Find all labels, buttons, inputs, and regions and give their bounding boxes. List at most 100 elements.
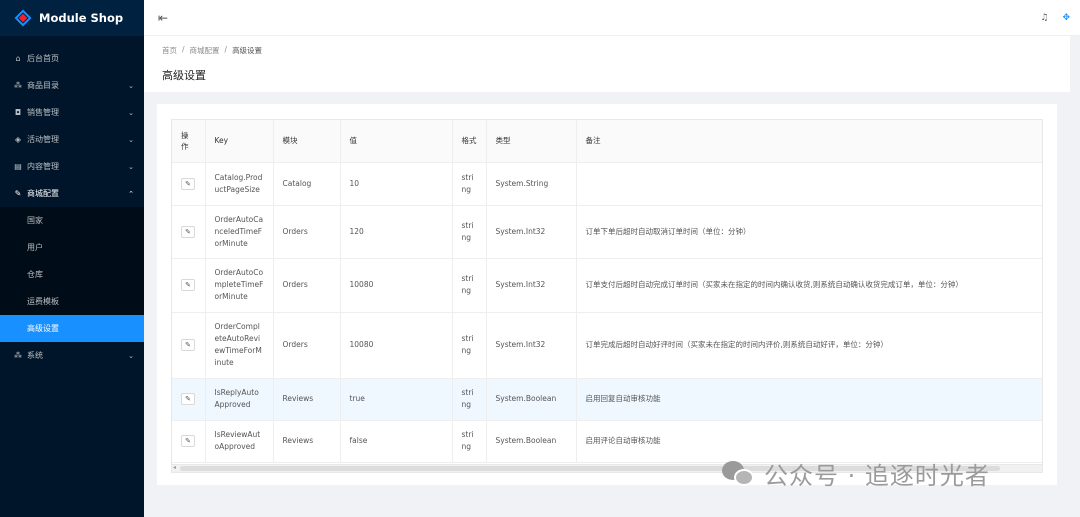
table-row: ✎ IsReplyAutoApproved Reviews true strin… (172, 378, 1042, 421)
table-row: ✎ Catalog.ProductPageSize Catalog 10 str… (172, 162, 1042, 206)
logo[interactable]: Module Shop (0, 0, 144, 36)
settings-table: 操作 Key 模块 值 格式 类型 备注 ✎ Catalog.ProductPa… (172, 120, 1042, 463)
value-cell: 10 (340, 162, 453, 206)
sidebar: Module Shop ⌂ 后台首页 ⁂ 商品目录 ⌄ ◘ 销售管理 ⌄ ◈ 活… (0, 0, 144, 517)
sidebar-item-shop-config[interactable]: ✎ 商城配置 ⌃ (0, 180, 144, 207)
page-header: 首页 / 商城配置 / 高级设置 高级设置 (144, 36, 1070, 92)
sidebar-item-advanced-settings[interactable]: 高级设置 (0, 315, 144, 342)
sidebar-menu: ⌂ 后台首页 ⁂ 商品目录 ⌄ ◘ 销售管理 ⌄ ◈ 活动管理 ⌄ ▤ 内容管理… (0, 36, 144, 369)
apartment-icon: ⁂ (14, 351, 22, 360)
tool-icon: ✎ (14, 189, 22, 198)
sidebar-item-warehouses[interactable]: 仓库 (0, 261, 144, 288)
module-cell: Reviews (273, 378, 341, 421)
type-cell: System.String (486, 162, 577, 206)
chevron-down-icon: ⌄ (128, 351, 134, 360)
edit-icon[interactable]: ✎ (181, 279, 195, 291)
actions-cell: ✎ (172, 312, 206, 379)
chevron-down-icon: ⌄ (128, 108, 134, 117)
format-cell: string (452, 162, 487, 206)
key-cell: IsReviewAutoApproved (205, 420, 274, 463)
module-cell: Orders (273, 205, 341, 259)
column-header-value: 值 (340, 120, 453, 163)
breadcrumb-shop-config[interactable]: 商城配置 (190, 45, 220, 56)
chevron-up-icon: ⌃ (128, 189, 134, 198)
module-cell: Orders (273, 258, 341, 313)
key-cell: OrderCompleteAutoReviewTimeForMinute (205, 312, 274, 379)
drag-icon[interactable]: ✥ (1062, 13, 1070, 23)
edit-icon[interactable]: ✎ (181, 225, 195, 238)
sidebar-item-activities[interactable]: ◈ 活动管理 ⌄ (0, 126, 144, 153)
type-cell: System.Int32 (486, 312, 577, 379)
format-cell: string (452, 205, 487, 259)
breadcrumb-separator: / (182, 45, 185, 54)
column-header-key: Key (205, 120, 274, 163)
actions-cell: ✎ (172, 205, 206, 259)
note-cell: 启用回复自动审核功能 (576, 378, 1042, 421)
breadcrumb-separator: / (224, 45, 228, 54)
value-cell: 10080 (340, 312, 453, 379)
sidebar-item-dashboard[interactable]: ⌂ 后台首页 (0, 45, 144, 72)
actions-cell: ✎ (172, 162, 206, 206)
settings-table-container: 操作 Key 模块 值 格式 类型 备注 ✎ Catalog.ProductPa… (171, 119, 1043, 473)
edit-icon[interactable]: ✎ (181, 435, 195, 447)
format-cell: string (452, 312, 487, 379)
page-title: 高级设置 (162, 69, 206, 82)
settings-card: 操作 Key 模块 值 格式 类型 备注 ✎ Catalog.ProductPa… (157, 104, 1057, 485)
scroll-left-icon[interactable]: ◂ (173, 464, 176, 471)
chevron-down-icon: ⌄ (128, 81, 134, 90)
format-cell: string (452, 378, 487, 421)
column-header-type: 类型 (486, 120, 577, 163)
value-cell: true (340, 378, 453, 421)
menu-fold-icon[interactable]: ⇤ (158, 11, 168, 25)
shopping-cart-icon: ◘ (14, 108, 22, 117)
type-cell: System.Boolean (486, 378, 577, 421)
edit-icon[interactable]: ✎ (181, 393, 195, 405)
sidebar-item-catalog[interactable]: ⁂ 商品目录 ⌄ (0, 72, 144, 99)
wechat-icon (722, 459, 756, 489)
actions-cell: ✎ (172, 378, 206, 421)
actions-cell: ✎ (172, 420, 206, 463)
format-cell: string (452, 258, 487, 313)
chevron-down-icon: ⌄ (128, 135, 134, 144)
edit-icon[interactable]: ✎ (181, 339, 195, 351)
column-header-note: 备注 (576, 120, 1042, 163)
breadcrumb-current: 高级设置 (232, 46, 263, 55)
key-cell: Catalog.ProductPageSize (205, 162, 274, 206)
key-cell: IsReplyAutoApproved (205, 378, 274, 421)
sidebar-item-countries[interactable]: 国家 (0, 207, 144, 234)
breadcrumb-home[interactable]: 首页 (162, 45, 177, 56)
table-row: ✎ OrderCompleteAutoReviewTimeForMinute O… (172, 312, 1042, 379)
sidebar-item-content[interactable]: ▤ 内容管理 ⌄ (0, 153, 144, 180)
note-cell: 订单支付后超时自动完成订单时间（买家未在指定的时间内确认收货,则系统自动确认收货… (576, 258, 1042, 313)
tag-icon: ◈ (14, 135, 22, 144)
sidebar-item-sales[interactable]: ◘ 销售管理 ⌄ (0, 99, 144, 126)
module-cell: Orders (273, 312, 341, 379)
sidebar-item-system[interactable]: ⁂ 系统 ⌄ (0, 342, 144, 369)
bell-icon[interactable]: ♫ (1040, 13, 1048, 23)
note-cell: 订单下单后超时自动取消订单时间（单位：分钟） (576, 205, 1042, 259)
value-cell: 120 (340, 205, 453, 259)
profile-icon: ▤ (14, 162, 22, 171)
module-cell: Catalog (273, 162, 341, 206)
chevron-down-icon: ⌄ (128, 162, 134, 171)
header-actions: ♫ ✥ (1040, 13, 1070, 23)
sidebar-item-freight-templates[interactable]: 运费模板 (0, 288, 144, 315)
actions-cell: ✎ (172, 258, 206, 313)
cluster-icon: ⁂ (14, 81, 22, 90)
edit-icon[interactable]: ✎ (181, 177, 195, 190)
logo-icon (14, 9, 32, 27)
type-cell: System.Int32 (486, 258, 577, 313)
value-cell: 10080 (340, 258, 453, 313)
table-header-row: 操作 Key 模块 值 格式 类型 备注 (172, 120, 1042, 163)
key-cell: OrderAutoCompleteTimeForMinute (205, 258, 274, 313)
note-cell (576, 162, 1042, 206)
app-title: Module Shop (39, 11, 124, 25)
sidebar-item-users[interactable]: 用户 (0, 234, 144, 261)
watermark: 公众号 · 追逐时光者 (722, 456, 990, 491)
column-header-module: 模块 (273, 120, 341, 163)
table-row: ✎ OrderAutoCanceledTimeForMinute Orders … (172, 205, 1042, 259)
home-icon: ⌂ (15, 54, 21, 63)
table-row: ✎ OrderAutoCompleteTimeForMinute Orders … (172, 258, 1042, 313)
watermark-text: 公众号 · 追逐时光者 (764, 462, 990, 490)
format-cell: string (452, 420, 487, 463)
